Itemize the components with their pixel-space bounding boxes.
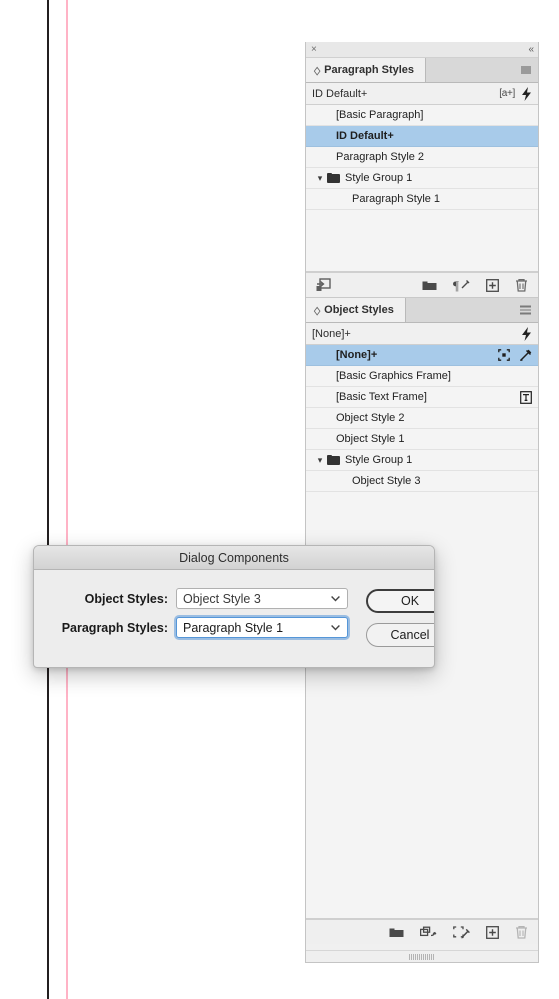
clear-overrides-icon[interactable]	[420, 926, 437, 939]
svg-text:¶: ¶	[453, 279, 459, 292]
clear-attributes-icon[interactable]	[453, 925, 470, 939]
list-item[interactable]: [Basic Paragraph]	[306, 105, 538, 126]
folder-icon	[327, 455, 340, 465]
list-item[interactable]: Paragraph Style 1	[306, 189, 538, 210]
style-name: Object Style 1	[336, 433, 405, 445]
create-new-style-icon[interactable]	[486, 925, 499, 939]
style-name: Paragraph Style 2	[336, 151, 425, 163]
style-name: ID Default+	[336, 130, 394, 142]
paragraph-styles-dropdown[interactable]: Paragraph Style 1	[176, 617, 348, 638]
panel-grabber-icon: ◇	[314, 63, 321, 77]
new-style-group-icon[interactable]	[422, 279, 437, 291]
object-styles-field-row: Object Styles: Object Style 3	[50, 588, 348, 609]
margin-guide-line	[66, 0, 68, 999]
folder-icon	[327, 173, 340, 183]
style-group-name: Style Group 1	[345, 454, 413, 466]
dialog-title: Dialog Components	[179, 550, 289, 565]
apply-next-style-icon[interactable]: [a+]	[499, 88, 515, 99]
grip-lines-icon	[409, 953, 435, 960]
style-name: [Basic Text Frame]	[336, 391, 427, 403]
dialog-fields: Object Styles: Object Style 3 Paragraph …	[50, 588, 348, 647]
panel-menu-icon[interactable]	[520, 305, 531, 315]
chevron-down-icon	[331, 624, 340, 631]
tab-object-styles-label: Object Styles	[324, 304, 394, 316]
tab-paragraph-styles[interactable]: ◇ Paragraph Styles	[306, 58, 427, 82]
delete-style-icon[interactable]	[515, 278, 528, 292]
list-item[interactable]: [None]+	[306, 345, 538, 366]
close-icon[interactable]: ×	[311, 43, 317, 56]
cancel-button[interactable]: Cancel	[366, 623, 434, 647]
paragraph-styles-panel: ◇ Paragraph Styles ID Default+ [a+] [Bas…	[306, 58, 538, 297]
paragraph-current-style-bar: ID Default+ [a+]	[306, 83, 538, 105]
style-group-name: Style Group 1	[345, 172, 413, 184]
object-styles-dropdown[interactable]: Object Style 3	[176, 588, 348, 609]
style-name: [Basic Graphics Frame]	[336, 370, 451, 382]
list-item[interactable]: Paragraph Style 2	[306, 147, 538, 168]
list-item[interactable]: Object Style 2	[306, 408, 538, 429]
list-item-group[interactable]: ▾ Style Group 1	[306, 450, 538, 471]
object-styles-tabstrip: ◇ Object Styles	[306, 298, 538, 323]
chevron-down-icon[interactable]: ▾	[314, 455, 326, 466]
list-item[interactable]: Object Style 1	[306, 429, 538, 450]
dock-titlebar: × «	[306, 42, 538, 58]
style-name: [Basic Paragraph]	[336, 109, 424, 121]
paragraph-styles-list[interactable]: [Basic Paragraph] ID Default+ Paragraph …	[306, 105, 538, 272]
style-name: Object Style 2	[336, 412, 405, 424]
dialog-body: Object Styles: Object Style 3 Paragraph …	[34, 570, 434, 667]
clear-attributes-icon[interactable]	[519, 349, 532, 362]
paragraph-styles-label: Paragraph Styles:	[61, 620, 168, 635]
dialog-titlebar[interactable]: Dialog Components	[34, 546, 434, 570]
panel-resize-grip[interactable]	[306, 950, 538, 962]
object-styles-dropdown-value: Object Style 3	[183, 591, 261, 606]
list-item[interactable]: Object Style 3	[306, 471, 538, 492]
panel-grabber-icon: ◇	[314, 303, 321, 317]
new-style-group-icon[interactable]	[389, 926, 404, 938]
list-item[interactable]: [Basic Graphics Frame]	[306, 366, 538, 387]
clear-overrides-icon[interactable]: ¶	[453, 279, 470, 292]
paragraph-list-empty-space[interactable]	[306, 210, 538, 271]
tab-paragraph-styles-label: Paragraph Styles	[324, 64, 415, 76]
object-current-style-name: [None]+	[312, 327, 351, 340]
collapse-panel-icon[interactable]: «	[528, 43, 533, 56]
quick-apply-bolt-icon[interactable]	[521, 326, 532, 341]
panel-menu-icon[interactable]	[521, 66, 531, 74]
style-name: [None]+	[336, 349, 378, 361]
ok-button[interactable]: OK	[366, 589, 434, 613]
object-current-style-bar: [None]+	[306, 323, 538, 345]
dialog-components-window: Dialog Components Object Styles: Object …	[33, 545, 435, 668]
create-new-style-icon[interactable]	[486, 278, 499, 292]
dialog-buttons: OK Cancel	[366, 588, 434, 647]
list-item[interactable]: [Basic Text Frame]	[306, 387, 538, 408]
list-item[interactable]: ID Default+	[306, 126, 538, 147]
panel-dock: × « ◇ Paragraph Styles ID Default+ [a+] …	[305, 42, 539, 963]
paragraph-styles-field-row: Paragraph Styles: Paragraph Style 1	[50, 617, 348, 638]
load-paragraph-styles-icon[interactable]	[316, 278, 331, 292]
delete-style-icon[interactable]	[515, 925, 528, 939]
paragraph-current-style-name: ID Default+	[312, 87, 368, 100]
paragraph-styles-dropdown-value: Paragraph Style 1	[183, 620, 284, 635]
list-item-group[interactable]: ▾ Style Group 1	[306, 168, 538, 189]
document-edge-line	[47, 0, 49, 999]
style-name: Object Style 3	[352, 475, 421, 487]
tab-object-styles[interactable]: ◇ Object Styles	[306, 298, 406, 322]
style-name: Paragraph Style 1	[352, 193, 441, 205]
frame-attributes-icon[interactable]	[498, 349, 510, 361]
paragraph-styles-footer: ¶	[306, 272, 538, 297]
chevron-down-icon	[331, 595, 340, 602]
chevron-down-icon[interactable]: ▾	[314, 173, 326, 184]
paragraph-styles-tabstrip: ◇ Paragraph Styles	[306, 58, 538, 83]
object-styles-footer	[306, 919, 538, 944]
object-styles-label: Object Styles:	[84, 591, 168, 606]
quick-apply-bolt-icon[interactable]	[521, 86, 532, 101]
text-frame-icon[interactable]	[520, 390, 532, 404]
